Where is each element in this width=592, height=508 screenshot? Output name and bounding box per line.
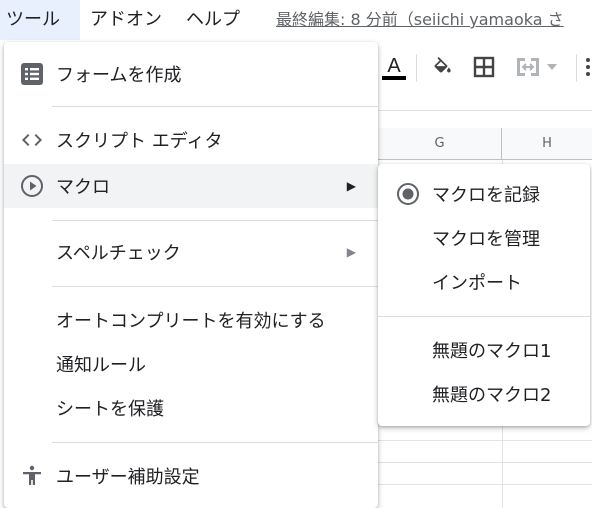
menu-item-macro-1[interactable]: 無題のマクロ1 [378, 328, 590, 372]
menu-item-label: マクロを管理 [432, 229, 540, 250]
last-edit-link[interactable]: 最終編集: 8 分前（seiichi yamaoka さ [276, 0, 564, 40]
toolbar-bottom-border [378, 110, 592, 111]
menu-divider [52, 286, 378, 287]
menu-item-label: スペルチェック [56, 243, 181, 264]
play-circle-icon [18, 172, 46, 200]
menu-tools[interactable]: ツール [0, 0, 80, 40]
text-color-icon: A [382, 55, 406, 80]
menu-item-create-form[interactable]: フォームを作成 [4, 52, 378, 96]
menu-item-autocomplete[interactable]: オートコンプリートを有効にする [4, 298, 378, 342]
menu-item-protect-sheet[interactable]: シートを保護 [4, 386, 378, 430]
menu-divider [52, 106, 378, 107]
menu-item-label: シートを保護 [56, 399, 164, 420]
menu-item-script-editor[interactable]: スクリプト エディタ [4, 118, 378, 162]
menu-item-record-macro[interactable]: マクロを記録 [378, 172, 590, 216]
menu-item-accessibility[interactable]: ユーザー補助設定 [4, 454, 378, 498]
menubar: ツール アドオン ヘルプ 最終編集: 8 分前（seiichi yamaoka … [0, 0, 592, 40]
menu-item-import[interactable]: インポート [378, 260, 590, 304]
menu-item-label: 無題のマクロ1 [432, 341, 552, 362]
menu-item-label: マクロを記録 [432, 185, 540, 206]
toolbar-divider [576, 54, 577, 82]
merge-cells-icon [517, 58, 539, 76]
svg-text:A: A [387, 55, 401, 77]
tools-menu: フォームを作成 スクリプト エディタ マクロ ▶ スペルチェック ▶ オートコン… [4, 42, 378, 508]
menu-item-label: 通知ルール [56, 355, 146, 376]
menu-item-spellcheck[interactable]: スペルチェック ▶ [4, 230, 378, 274]
more-vert-icon [586, 58, 590, 76]
menu-addons[interactable]: アドオン [84, 0, 168, 40]
menu-item-label: フォームを作成 [56, 65, 182, 86]
borders-button[interactable] [470, 52, 498, 82]
macro-submenu: マクロを記録 マクロを管理 インポート 無題のマクロ1 無題のマクロ2 [378, 164, 590, 426]
record-radio-icon [396, 182, 420, 206]
toolbar-divider [416, 54, 417, 82]
toolbar: A [380, 42, 592, 94]
menu-item-label: 無題のマクロ2 [432, 385, 552, 406]
chevron-down-icon [547, 64, 557, 70]
form-list-icon [18, 60, 46, 88]
accessibility-person-icon [18, 462, 46, 490]
row-divider [378, 484, 592, 485]
column-header-g[interactable]: G [378, 128, 502, 160]
menu-item-label: ユーザー補助設定 [56, 467, 200, 488]
fill-color-button[interactable] [428, 52, 456, 82]
row-divider [378, 440, 592, 441]
code-brackets-icon [18, 126, 46, 154]
menu-item-label: スクリプト エディタ [56, 131, 223, 152]
submenu-arrow-icon: ▶ [346, 179, 356, 193]
menu-item-notification-rules[interactable]: 通知ルール [4, 342, 378, 386]
menu-item-macro-2[interactable]: 無題のマクロ2 [378, 372, 590, 416]
row-divider [378, 462, 592, 463]
text-color-button[interactable]: A [380, 52, 408, 82]
menu-help[interactable]: ヘルプ [180, 0, 246, 40]
submenu-arrow-icon: ▶ [346, 245, 356, 259]
column-header-h[interactable]: H [502, 128, 592, 160]
paint-bucket-icon [434, 57, 451, 73]
borders-grid-icon [473, 56, 495, 78]
menu-item-macros[interactable]: マクロ ▶ [4, 164, 378, 208]
menu-divider [52, 220, 378, 221]
merge-cells-button[interactable] [512, 52, 560, 82]
more-button[interactable] [584, 52, 592, 82]
menu-divider [52, 442, 378, 443]
menu-item-label: マクロ [56, 177, 110, 198]
menu-item-manage-macros[interactable]: マクロを管理 [378, 216, 590, 260]
menu-item-label: オートコンプリートを有効にする [56, 311, 326, 332]
menu-item-label: インポート [432, 273, 522, 294]
menu-divider [378, 316, 590, 317]
